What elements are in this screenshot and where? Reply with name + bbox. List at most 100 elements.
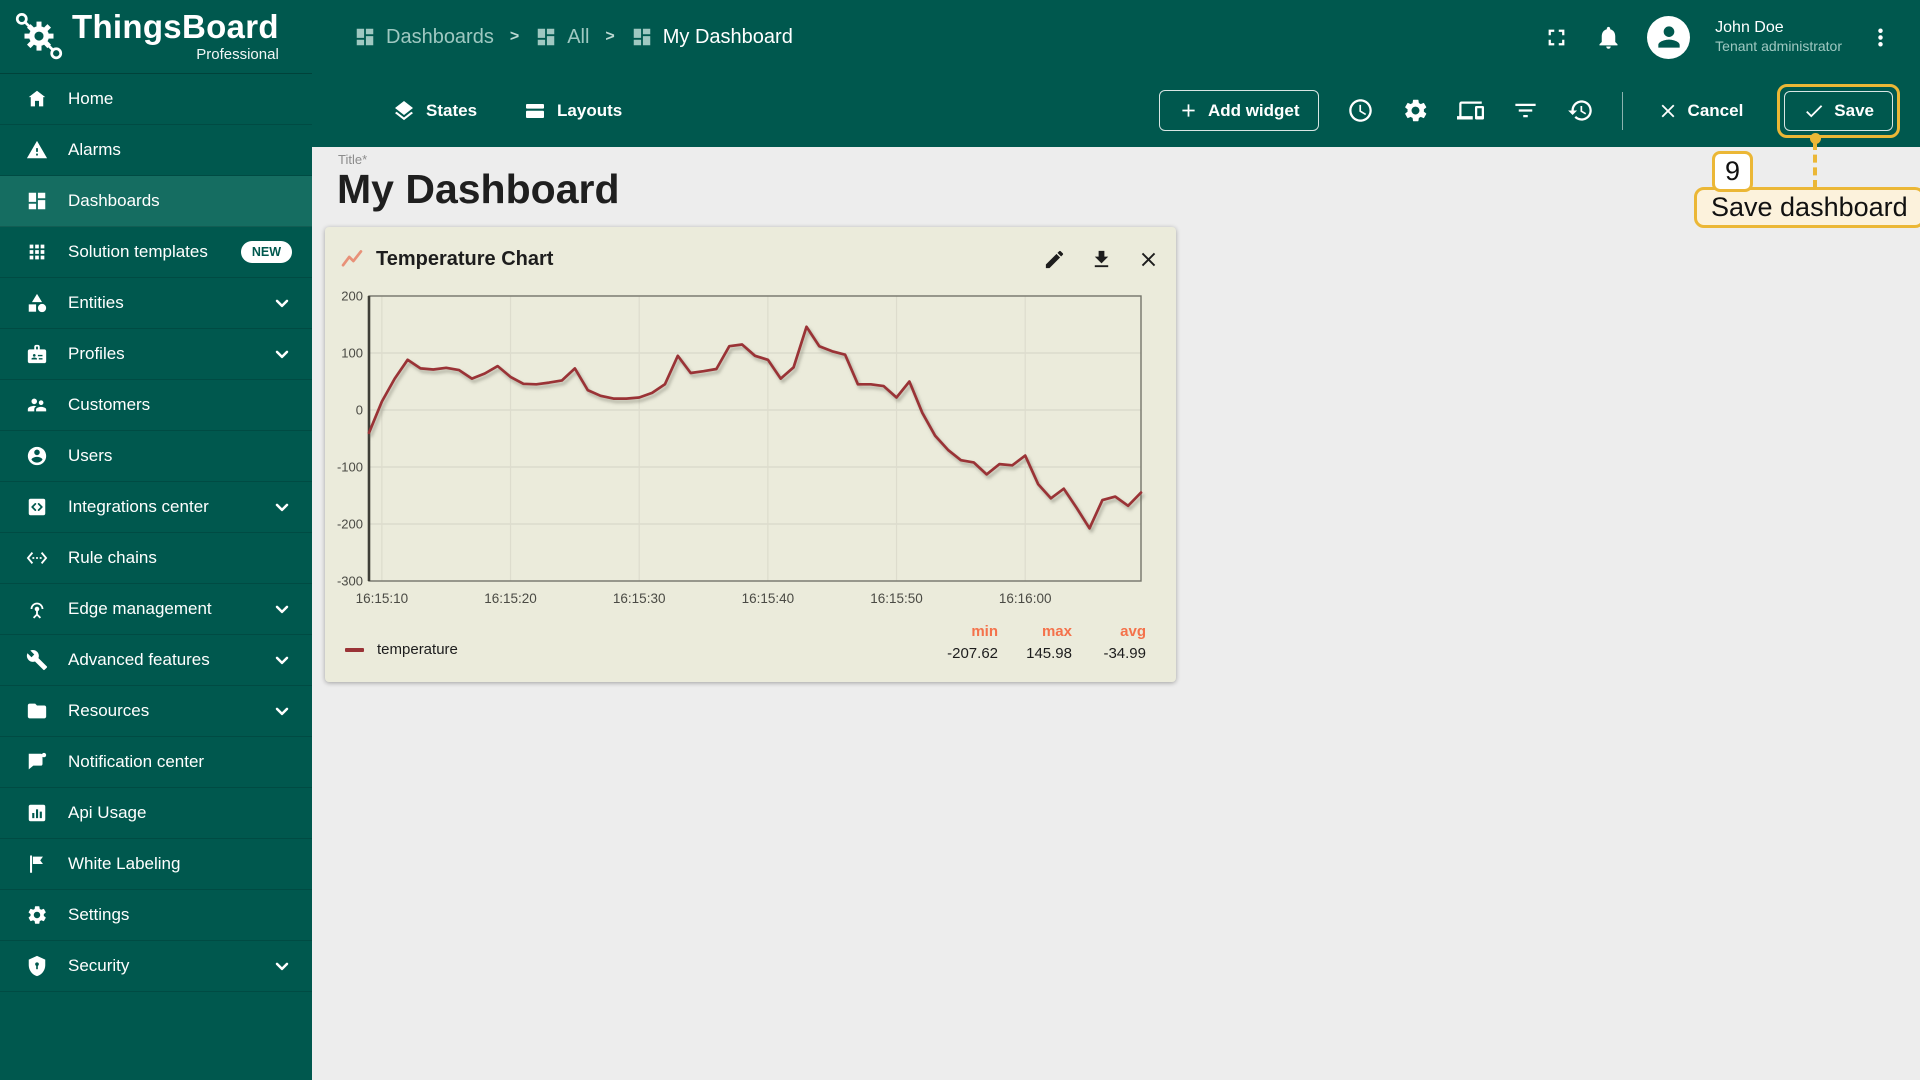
notifications-button[interactable]: [1595, 24, 1622, 51]
widget-actions: [1043, 248, 1160, 271]
flag-icon: [26, 853, 48, 875]
entity-filter-button[interactable]: [1512, 97, 1539, 124]
sidebar-item-label: Notification center: [68, 752, 205, 771]
people-icon: [26, 394, 48, 416]
app-name: ThingsBoard: [72, 8, 279, 45]
plus-icon: [1182, 104, 1195, 117]
chevron-down-icon: [272, 599, 292, 619]
sidebar-item-label: White Labeling: [68, 854, 181, 873]
sidebar-item-integrations-center[interactable]: Integrations center: [0, 482, 312, 533]
chart-legend: temperature min max avg -207.62 145.98 -…: [341, 619, 1160, 670]
sidebar-item-label: Resources: [68, 701, 150, 720]
dashboard-toolbar: States Layouts Add widget Cancel Save: [312, 74, 1920, 147]
sidebar-item-solution-templates[interactable]: Solution templates NEW: [0, 227, 312, 278]
widget-header: Temperature Chart: [341, 227, 1160, 287]
sidebar-item-advanced-features[interactable]: Advanced features: [0, 635, 312, 686]
sidebar-item-resources[interactable]: Resources: [0, 686, 312, 737]
sidebar-item-label: Integrations center: [68, 497, 209, 516]
user-name: John Doe: [1715, 19, 1784, 37]
sidebar-item-dashboards[interactable]: Dashboards: [0, 176, 312, 227]
states-button[interactable]: States: [392, 99, 477, 123]
top-header: ThingsBoard Professional Dashboards > Al…: [0, 0, 1920, 74]
svg-text:0: 0: [356, 403, 363, 418]
warning-icon: [26, 139, 48, 161]
export-widget-button[interactable]: [1090, 248, 1113, 271]
apps-grid-icon: [26, 241, 48, 263]
save-button-highlight-ring: Save: [1777, 83, 1900, 138]
clock-icon: [1348, 99, 1372, 122]
add-widget-button[interactable]: Add widget: [1158, 90, 1319, 131]
svg-text:16:15:20: 16:15:20: [484, 591, 537, 606]
sidebar-item-alarms[interactable]: Alarms: [0, 125, 312, 176]
kebab-icon: [1878, 28, 1883, 46]
antenna-icon: [26, 598, 48, 620]
breadcrumb-separator: >: [605, 28, 615, 45]
sidebar-item-white-labeling[interactable]: White Labeling: [0, 839, 312, 890]
fullscreen-icon: [1548, 29, 1565, 45]
sidebar-item-users[interactable]: Users: [0, 431, 312, 482]
home-icon: [26, 88, 48, 110]
ethernet-icon: [26, 547, 48, 569]
max-value: 145.98: [1026, 645, 1072, 662]
sidebar-item-customers[interactable]: Customers: [0, 380, 312, 431]
min-header: min: [971, 623, 998, 640]
person-icon: [1657, 26, 1680, 48]
sidebar-item-entities[interactable]: Entities: [0, 278, 312, 329]
svg-text:-200: -200: [337, 517, 363, 532]
svg-text:16:15:50: 16:15:50: [870, 591, 923, 606]
app-edition: Professional: [196, 46, 279, 63]
breadcrumb-my-dashboard[interactable]: My Dashboard: [631, 26, 793, 49]
legend-series[interactable]: temperature: [345, 641, 458, 670]
sidebar-item-notification-center[interactable]: Notification center: [0, 737, 312, 788]
widget-title: Temperature Chart: [376, 247, 554, 270]
page-title[interactable]: My Dashboard: [337, 166, 620, 213]
header-actions: John Doe Tenant administrator: [1543, 15, 1920, 59]
svg-text:-300: -300: [337, 574, 363, 589]
chevron-down-icon: [272, 293, 292, 313]
sidebar-item-settings[interactable]: Settings: [0, 890, 312, 941]
shield-icon: [26, 955, 48, 977]
badge-icon: [26, 343, 48, 365]
sidebar-item-rule-chains[interactable]: Rule chains: [0, 533, 312, 584]
cancel-button[interactable]: Cancel: [1651, 99, 1750, 123]
annotation-tooltip: Save dashboard: [1694, 187, 1920, 228]
dashboard-settings-button[interactable]: [1402, 97, 1429, 124]
sidebar-item-home[interactable]: Home: [0, 74, 312, 125]
remove-widget-button[interactable]: [1137, 248, 1160, 271]
version-history-button[interactable]: [1567, 97, 1594, 124]
sidebar-item-label: Solution templates: [68, 242, 208, 261]
avatar[interactable]: [1647, 15, 1691, 59]
app-logo[interactable]: ThingsBoard Professional: [0, 0, 312, 74]
svg-text:16:16:00: 16:16:00: [999, 591, 1052, 606]
save-button[interactable]: Save: [1784, 90, 1893, 131]
sidebar-item-edge-management[interactable]: Edge management: [0, 584, 312, 635]
chevron-down-icon: [272, 956, 292, 976]
toolbar-left: States Layouts: [392, 99, 622, 123]
gear-icon: [1404, 99, 1426, 122]
sidebar-item-label: Rule chains: [68, 548, 157, 567]
gear-icon: [26, 904, 48, 926]
pencil-icon: [1045, 250, 1064, 268]
sidebar-item-profiles[interactable]: Profiles: [0, 329, 312, 380]
sidebar-item-label: Home: [68, 89, 114, 108]
layouts-button[interactable]: Layouts: [523, 99, 622, 123]
sidebar-item-label: Profiles: [68, 344, 125, 363]
sidebar-item-label: Alarms: [68, 140, 121, 159]
temperature-chart: 200 100 0 -100 -200 -300 16:15:10 16:15:20 16:15…: [337, 287, 1160, 619]
temperature-chart-widget[interactable]: Temperature Chart 200 100 0 -100 -200 -300 16:…: [325, 227, 1176, 682]
user-info[interactable]: John Doe Tenant administrator: [1715, 18, 1842, 56]
bell-icon: [1599, 26, 1618, 49]
fullscreen-button[interactable]: [1543, 24, 1570, 51]
breadcrumb-dashboards[interactable]: Dashboards: [354, 26, 494, 49]
edit-widget-button[interactable]: [1043, 248, 1066, 271]
more-menu-button[interactable]: [1867, 24, 1894, 51]
sidebar-item-label: Security: [68, 956, 130, 975]
sidebar-item-api-usage[interactable]: Api Usage: [0, 788, 312, 839]
thingsboard-logo-icon: [15, 12, 63, 59]
history-icon: [1567, 100, 1592, 121]
breadcrumb-all[interactable]: All: [535, 26, 589, 49]
manage-layouts-button[interactable]: [1456, 97, 1484, 124]
series-label: temperature: [377, 641, 458, 658]
sidebar-item-security[interactable]: Security: [0, 941, 312, 992]
timewindow-button[interactable]: [1347, 97, 1374, 124]
